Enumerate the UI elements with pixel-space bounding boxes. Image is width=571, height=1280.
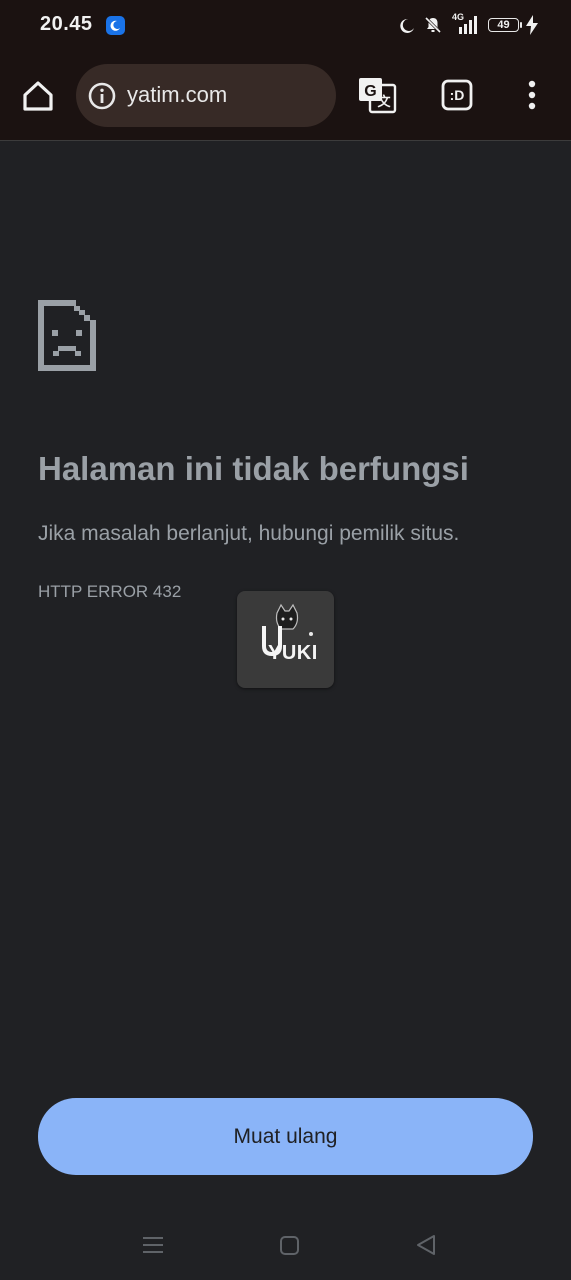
translate-button[interactable]: G 文 <box>356 75 398 115</box>
home-button[interactable] <box>18 76 58 116</box>
omnibox[interactable]: yatim.com <box>76 64 336 127</box>
battery-level: 49 <box>497 19 510 31</box>
status-bar: 20.45 4G 49 <box>0 0 571 52</box>
error-description: Jika masalah berlanjut, hubungi pemilik … <box>38 522 460 545</box>
back-triangle-icon[interactable] <box>416 1234 436 1256</box>
sad-page-icon <box>38 300 96 371</box>
url-text[interactable]: yatim.com <box>127 82 227 108</box>
yuki-logo-text: YUKI <box>268 642 318 664</box>
yuki-logo-overlay[interactable]: YUKI <box>237 591 334 688</box>
yuki-logo-icon <box>262 603 313 657</box>
charging-icon <box>526 15 538 35</box>
more-vert-icon <box>528 80 536 110</box>
reload-button[interactable]: Muat ulang <box>38 1098 533 1175</box>
error-code: HTTP ERROR 432 <box>38 582 182 601</box>
system-nav-bar <box>0 1210 571 1280</box>
svg-text:G: G <box>364 83 376 100</box>
moon-icon <box>400 18 414 33</box>
moon-badge-icon <box>106 16 125 35</box>
browser-toolbar: yatim.com G 文 :D <box>0 52 571 141</box>
menu-icon[interactable] <box>142 1234 164 1256</box>
info-icon[interactable] <box>88 82 116 110</box>
translate-icon: G 文 <box>359 78 397 114</box>
status-time: 20.45 <box>40 13 93 35</box>
error-title: Halaman ini tidak berfungsi <box>38 450 469 487</box>
bell-muted-icon <box>424 16 442 34</box>
square-icon[interactable] <box>280 1236 299 1255</box>
signal-icon <box>459 16 477 34</box>
battery-icon: 49 <box>488 18 522 32</box>
home-icon <box>23 81 53 111</box>
more-menu-button[interactable] <box>520 78 544 112</box>
tabs-button[interactable]: :D <box>441 79 473 111</box>
tabs-label: :D <box>449 87 465 103</box>
svg-text:文: 文 <box>377 94 391 110</box>
